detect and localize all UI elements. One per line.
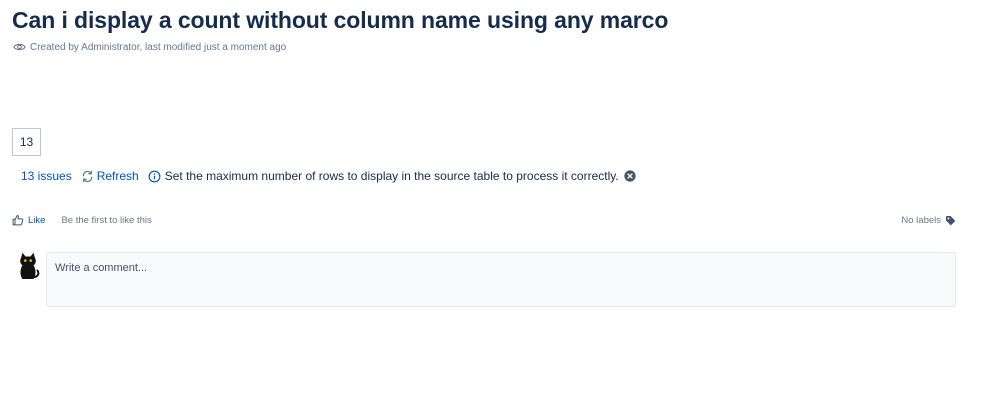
page-byline: Created by Administrator, last modified … (13, 40, 286, 54)
labels-section[interactable]: No labels (901, 215, 956, 226)
info-message: Set the maximum number of rows to displa… (148, 169, 636, 183)
labels-text: No labels (901, 214, 941, 226)
thumbs-up-icon (12, 215, 24, 226)
close-icon[interactable] (624, 170, 636, 182)
tag-icon (946, 215, 956, 225)
jira-issues-bar: 13 issues Refresh Set the maximum number… (21, 167, 636, 185)
eye-icon (13, 43, 26, 51)
page-title: Can i display a count without column nam… (12, 7, 669, 33)
byline-text: Created by Administrator, last modified … (30, 41, 287, 53)
refresh-button[interactable]: Refresh (81, 169, 139, 183)
like-label: Like (28, 214, 46, 226)
refresh-icon (82, 170, 92, 182)
like-button[interactable]: Like (12, 214, 45, 226)
issues-count-link[interactable]: 13 issues (21, 169, 72, 183)
info-icon (148, 170, 161, 182)
like-hint: Be the first to like this (61, 214, 152, 226)
comment-input[interactable]: Write a comment... (46, 252, 956, 307)
refresh-label: Refresh (96, 169, 139, 183)
page-content: Can i display a count without column nam… (12, 0, 956, 407)
info-message-text: Set the maximum number of rows to displa… (164, 169, 619, 183)
count-macro-output: 13 (12, 128, 41, 156)
user-avatar[interactable] (16, 252, 40, 280)
like-and-labels-bar: Like Be the first to like this No labels (12, 212, 956, 228)
